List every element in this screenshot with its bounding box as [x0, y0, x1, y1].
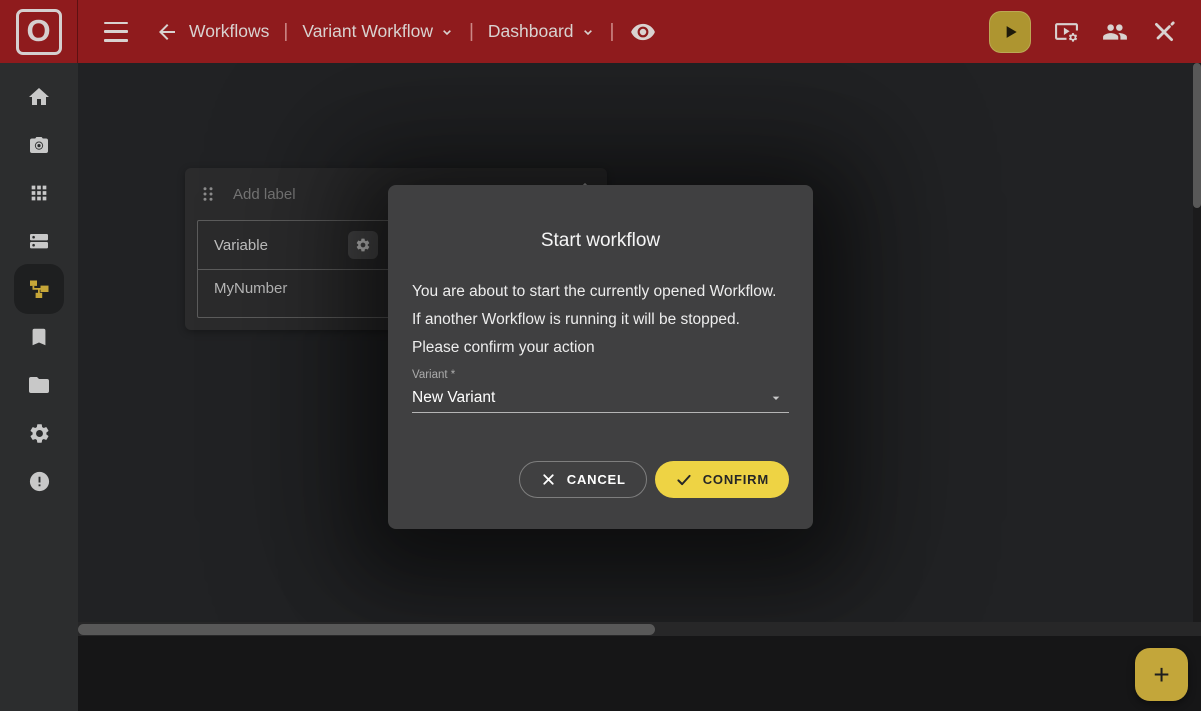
start-workflow-dialog: Start workflow You are about to start th…: [388, 185, 813, 529]
video-settings-button[interactable]: [1054, 19, 1079, 44]
dialog-title: Start workflow: [388, 230, 813, 252]
horizontal-scrollbar-track: [78, 622, 1201, 636]
arrow-back-icon: [155, 20, 179, 44]
dashboard-label: Dashboard: [488, 21, 574, 42]
data-rows-icon: [27, 229, 51, 253]
field-name-value: MyNumber: [214, 280, 287, 297]
top-header-bar: O Workflows | Variant Workflow | Dashboa…: [0, 0, 1201, 63]
breadcrumb-dashboard-dropdown[interactable]: Dashboard: [488, 21, 596, 42]
back-arrow-button[interactable]: [155, 20, 179, 44]
confirm-button[interactable]: CONFIRM: [655, 461, 789, 498]
breadcrumb-workflows[interactable]: Workflows: [189, 21, 269, 42]
apps-grid-icon: [28, 182, 50, 204]
play-icon: [1000, 22, 1020, 42]
logo-frame: O: [16, 9, 62, 55]
logo-letter: O: [26, 15, 50, 46]
dialog-body: You are about to start the currently ope…: [412, 278, 789, 362]
eye-icon: [630, 19, 656, 45]
preview-eye-button[interactable]: [630, 19, 656, 45]
workflow-schema-icon: [27, 277, 51, 301]
field-settings-button[interactable]: [348, 231, 378, 259]
field-type-label: Variable: [214, 237, 268, 254]
app-root: O Workflows | Variant Workflow | Dashboa…: [0, 0, 1201, 711]
cancel-button-label: CANCEL: [567, 472, 626, 487]
breadcrumb: Workflows | Variant Workflow | Dashboard…: [189, 19, 656, 45]
exit-edit-mode-button[interactable]: [1151, 19, 1177, 45]
chevron-down-icon: [580, 24, 596, 40]
horizontal-scrollbar-thumb[interactable]: [78, 624, 655, 635]
sidebar-item-files[interactable]: [14, 361, 64, 409]
breadcrumb-divider: |: [610, 21, 615, 43]
run-workflow-play-button[interactable]: [989, 11, 1031, 53]
sidebar-item-datasets[interactable]: [14, 217, 64, 265]
dialog-body-line: If another Workflow is running it will b…: [412, 306, 789, 334]
menu-hamburger-button[interactable]: [103, 22, 129, 42]
vertical-scrollbar-thumb[interactable]: [1193, 63, 1201, 208]
chevron-down-icon: [439, 24, 455, 40]
plus-icon: +: [1153, 661, 1169, 689]
sidebar-item-errors[interactable]: [14, 457, 64, 505]
dropdown-caret-icon: [765, 390, 787, 406]
camera-icon: [27, 133, 51, 157]
video-settings-icon: [1054, 19, 1079, 44]
breadcrumb-divider: |: [283, 21, 288, 43]
people-group-icon: [1102, 19, 1128, 45]
variant-select[interactable]: New Variant: [412, 383, 789, 413]
users-button[interactable]: [1102, 19, 1128, 45]
workflows-label: Workflows: [189, 21, 269, 42]
check-icon: [675, 471, 693, 489]
settings-gear-icon: [28, 422, 51, 445]
sidebar-item-camera[interactable]: [14, 121, 64, 169]
vertical-scrollbar-track: [1193, 63, 1201, 622]
error-icon: [28, 470, 51, 493]
variant-field-label: Variant *: [412, 369, 789, 381]
bookmark-icon: [28, 326, 50, 348]
sidebar-item-workflows-active[interactable]: [14, 264, 64, 314]
variant-workflow-label: Variant Workflow: [302, 21, 433, 42]
folder-icon: [27, 373, 51, 397]
gear-icon: [355, 237, 371, 253]
variant-selected-value: New Variant: [412, 389, 495, 407]
dialog-body-line: You are about to start the currently ope…: [412, 278, 789, 306]
bottom-panel: +: [78, 636, 1201, 711]
drag-handle-icon[interactable]: [199, 184, 217, 204]
breadcrumb-divider: |: [469, 21, 474, 43]
sidebar-item-apps[interactable]: [14, 169, 64, 217]
sidebar-item-settings[interactable]: [14, 409, 64, 457]
sidebar-item-home[interactable]: [14, 73, 64, 121]
dialog-actions: CANCEL CONFIRM: [519, 461, 789, 498]
sidebar-item-bookmarks[interactable]: [14, 313, 64, 361]
add-fab-button[interactable]: +: [1135, 648, 1188, 701]
breadcrumb-variant-workflow-dropdown[interactable]: Variant Workflow: [302, 21, 455, 42]
home-icon: [27, 85, 51, 109]
close-x-icon: [540, 471, 557, 488]
app-logo: O: [0, 0, 78, 63]
edit-off-icon: [1151, 19, 1177, 45]
dialog-body-line: Please confirm your action: [412, 334, 789, 362]
cancel-button[interactable]: CANCEL: [519, 461, 647, 498]
left-sidebar: [0, 63, 78, 711]
workflow-canvas: Variable MyNumber Start workflow You are…: [78, 63, 1201, 622]
confirm-button-label: CONFIRM: [703, 472, 769, 487]
